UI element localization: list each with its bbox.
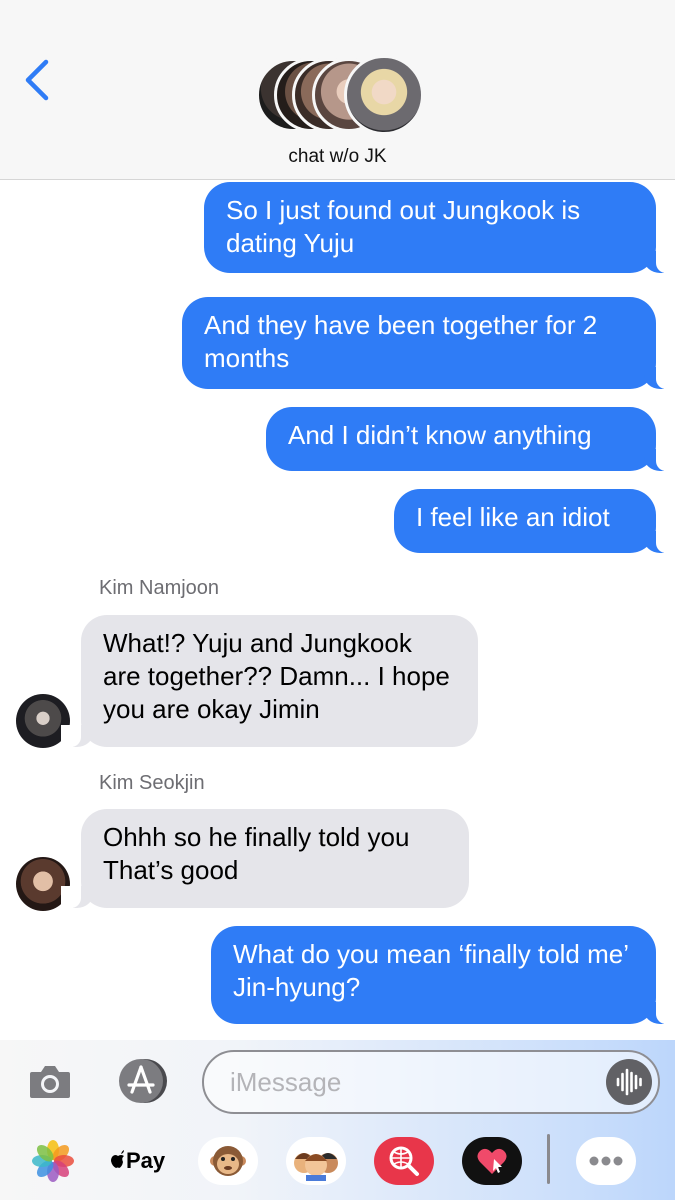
more-apps-button[interactable] [576,1137,636,1185]
digital-touch-button[interactable] [462,1137,522,1185]
group-avatars[interactable] [256,55,426,135]
outgoing-message[interactable]: What do you mean ‘finally told me’ Jin-h… [211,926,675,1024]
tray-divider [547,1134,550,1184]
animoji-button[interactable] [198,1137,258,1185]
apple-pay-button[interactable]: Pay [110,1132,174,1190]
memoji-icon [294,1153,338,1181]
apple-logo-icon [111,1150,124,1168]
app-drawer: Pay [0,1132,675,1192]
outgoing-message[interactable]: And they have been together for 2 months [182,297,675,389]
more-icon [589,1156,623,1166]
back-chevron-icon[interactable] [20,58,56,102]
message-composer: Pay [0,1040,675,1200]
message-input[interactable] [230,1064,590,1100]
apple-pay-label: Pay [126,1148,166,1173]
sender-name: Kim Namjoon [99,577,220,599]
animoji-icon [210,1146,246,1176]
waveform-icon [616,1068,642,1096]
incoming-message[interactable]: What!? Yuju and Jungkook are together?? … [61,615,478,747]
camera-icon[interactable] [28,1062,72,1100]
audio-message-button[interactable] [606,1059,652,1105]
digital-touch-icon [477,1148,507,1174]
outgoing-message[interactable]: And I didn’t know anything [266,407,675,471]
message-input-field[interactable] [202,1050,660,1114]
sender-name: Kim Seokjin [99,772,205,794]
web-search-icon [389,1146,419,1176]
web-search-button[interactable] [374,1137,434,1185]
outgoing-message[interactable]: I feel like an idiot [394,489,675,553]
member-avatar [344,55,424,135]
group-name[interactable]: chat w/o JK [0,146,675,168]
memoji-button[interactable] [286,1137,346,1185]
app-store-icon[interactable] [113,1058,171,1104]
outgoing-message[interactable]: So I just found out Jungkook is dating Y… [204,182,675,273]
photos-icon[interactable] [30,1138,76,1184]
conversation-header: chat w/o JK [0,0,675,180]
incoming-message[interactable]: Ohhh so he finally told you That’s good [61,809,469,908]
